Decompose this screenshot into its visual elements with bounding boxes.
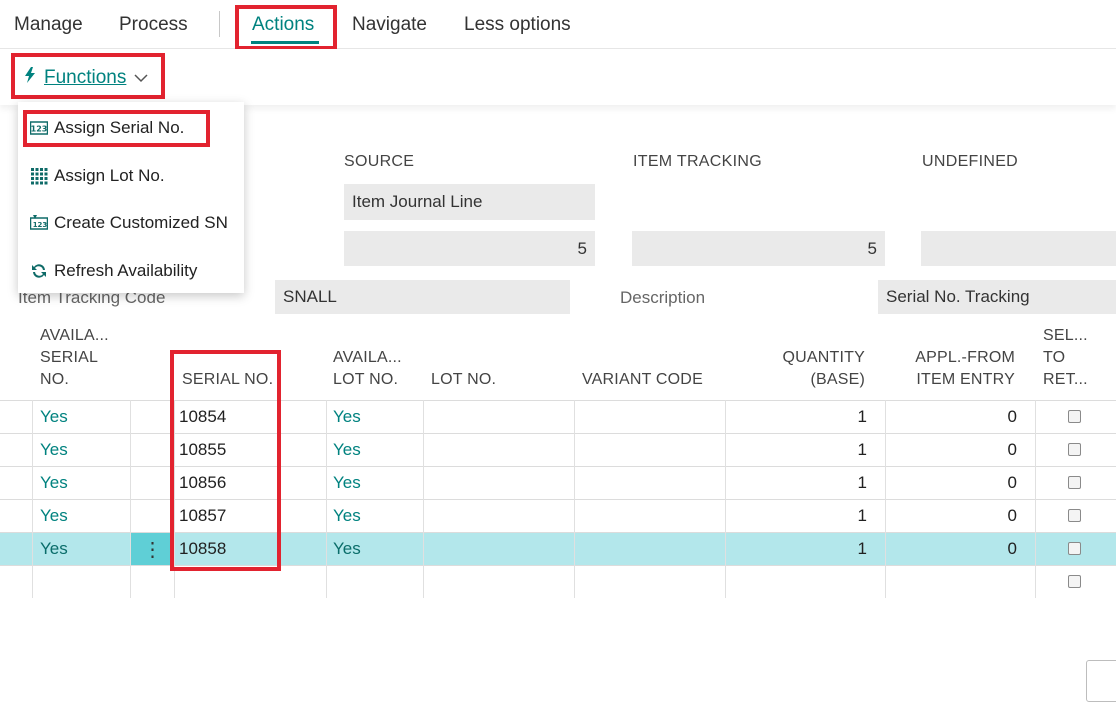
cell-quantity[interactable]: 1: [760, 434, 867, 466]
more-vertical-icon[interactable]: ⋮: [131, 533, 174, 565]
source-header: SOURCE: [344, 153, 415, 170]
refresh-icon: [30, 262, 48, 280]
sel-to-ret-checkbox[interactable]: [1068, 575, 1081, 588]
cell-appl-from[interactable]: 0: [900, 434, 1017, 466]
cell-appl-from[interactable]: 0: [900, 467, 1017, 499]
sel-to-ret-checkbox[interactable]: [1068, 542, 1081, 555]
dropdown-item-refresh-availability[interactable]: Refresh Availability: [30, 257, 197, 285]
col-divider: [725, 400, 726, 598]
description-value: Serial No. Tracking: [886, 287, 1030, 306]
description-field[interactable]: Serial No. Tracking: [878, 280, 1116, 314]
undefined-header: UNDEFINED: [922, 153, 1019, 170]
cell-avail-serial[interactable]: Yes: [40, 533, 68, 565]
functions-dropdown: 123 Assign Serial No. Assign Lot No. 123…: [18, 102, 244, 293]
source-value: Item Journal Line: [352, 192, 483, 211]
dropdown-item-create-customized-sn[interactable]: 123 Create Customized SN: [29, 209, 228, 237]
menu-actions[interactable]: Actions: [252, 14, 314, 36]
menu-process[interactable]: Process: [119, 14, 188, 36]
col-divider: [1035, 400, 1036, 598]
functions-label: Functions: [44, 67, 127, 88]
svg-text:123: 123: [33, 221, 48, 229]
cell-quantity[interactable]: 1: [760, 500, 867, 532]
cell-appl-from[interactable]: 0: [900, 401, 1017, 433]
cell-serial-no[interactable]: 10854: [179, 401, 226, 433]
svg-text:123: 123: [31, 125, 48, 134]
cell-quantity[interactable]: 1: [760, 467, 867, 499]
col-divider: [130, 400, 131, 598]
item-tracking-qty-field: 5: [632, 231, 885, 266]
col-header-variant-code[interactable]: VARIANT CODE: [582, 369, 703, 391]
dropdown-label: Refresh Availability: [54, 261, 198, 280]
col-divider: [423, 400, 424, 598]
action-menu-bar: Manage Process Actions Navigate Less opt…: [0, 0, 1116, 49]
functions-bar: [0, 49, 1116, 105]
menu-manage[interactable]: Manage: [14, 14, 83, 36]
cell-serial-no[interactable]: 10857: [179, 500, 226, 532]
cell-avail-lot[interactable]: Yes: [333, 401, 361, 433]
cell-serial-no[interactable]: 10856: [179, 467, 226, 499]
source-qty: 5: [577, 238, 587, 258]
sel-to-ret-checkbox[interactable]: [1068, 410, 1081, 423]
cell-avail-serial[interactable]: Yes: [40, 434, 68, 466]
col-divider: [32, 400, 33, 598]
col-header-appl-from[interactable]: APPL.-FROM ITEM ENTRY: [900, 347, 1015, 391]
assign-serial-icon: 123: [29, 119, 49, 137]
functions-button[interactable]: Functions: [24, 67, 148, 89]
chevron-down-icon: [134, 67, 148, 89]
cell-avail-lot[interactable]: Yes: [333, 533, 361, 565]
item-tracking-code-value: SNALL: [283, 287, 337, 306]
menu-less-options[interactable]: Less options: [464, 14, 571, 36]
active-tab-indicator: [251, 41, 319, 44]
col-header-quantity[interactable]: QUANTITY (BASE): [770, 347, 865, 391]
cell-avail-lot[interactable]: Yes: [333, 467, 361, 499]
col-header-serial-no[interactable]: SERIAL NO.: [182, 369, 273, 391]
cell-avail-serial[interactable]: Yes: [40, 467, 68, 499]
col-divider: [174, 400, 175, 598]
cell-quantity[interactable]: 1: [760, 533, 867, 565]
row-divider: [0, 565, 1116, 566]
cell-avail-lot[interactable]: Yes: [333, 434, 361, 466]
sel-to-ret-checkbox[interactable]: [1068, 476, 1081, 489]
sel-to-ret-checkbox[interactable]: [1068, 443, 1081, 456]
col-header-avail-lot[interactable]: AVAILA... LOT NO.: [333, 347, 402, 391]
cell-appl-from[interactable]: 0: [900, 500, 1017, 532]
dropdown-label: Assign Lot No.: [54, 166, 165, 185]
col-header-lot-no[interactable]: LOT NO.: [431, 369, 496, 391]
cell-avail-serial[interactable]: Yes: [40, 500, 68, 532]
cell-avail-serial[interactable]: Yes: [40, 401, 68, 433]
dropdown-item-assign-serial[interactable]: 123 Assign Serial No.: [29, 114, 185, 142]
col-divider: [885, 400, 886, 598]
dropdown-label: Assign Serial No.: [54, 118, 185, 137]
footer-button[interactable]: [1086, 660, 1116, 702]
col-divider: [574, 400, 575, 598]
undefined-qty-field: [921, 231, 1116, 266]
cell-serial-no[interactable]: 10855: [179, 434, 226, 466]
assign-lot-icon: [30, 167, 48, 185]
dropdown-label: Create Customized SN: [54, 213, 228, 232]
cell-avail-lot[interactable]: Yes: [333, 500, 361, 532]
cell-serial-no[interactable]: 10858: [179, 533, 226, 565]
create-sn-icon: 123: [29, 214, 49, 232]
menu-navigate[interactable]: Navigate: [352, 14, 427, 36]
source-value-field: Item Journal Line: [344, 184, 595, 220]
cell-quantity[interactable]: 1: [760, 401, 867, 433]
dropdown-item-assign-lot[interactable]: Assign Lot No.: [30, 162, 165, 190]
sel-to-ret-checkbox[interactable]: [1068, 509, 1081, 522]
col-header-sel-to-ret[interactable]: SEL... TO RET...: [1043, 325, 1088, 391]
item-tracking-code-field[interactable]: SNALL: [275, 280, 570, 314]
item-tracking-qty: 5: [867, 238, 877, 258]
description-label: Description: [620, 288, 706, 307]
item-tracking-header: ITEM TRACKING: [633, 153, 762, 170]
source-qty-field: 5: [344, 231, 595, 266]
menu-divider: [219, 11, 220, 37]
lightning-icon: [24, 67, 36, 89]
col-divider: [326, 400, 327, 598]
cell-appl-from[interactable]: 0: [900, 533, 1017, 565]
col-header-avail-serial[interactable]: AVAILA... SERIAL NO.: [40, 325, 109, 391]
